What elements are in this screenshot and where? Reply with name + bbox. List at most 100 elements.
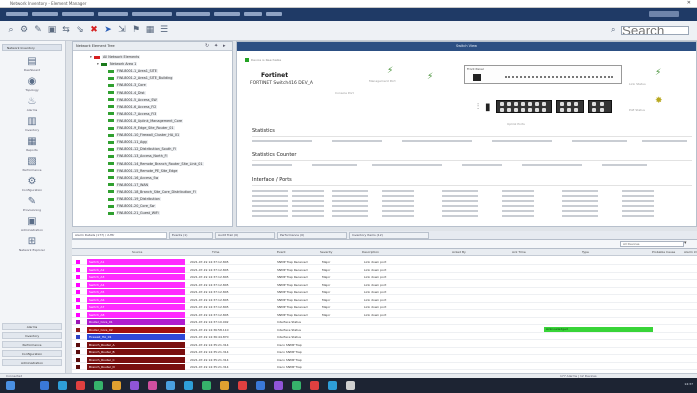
tree-node[interactable]: FWL8001-4_Dist	[104, 90, 233, 96]
table-row[interactable]: Switch_A3 2021-07-19 14:37:12.845 SNMP Tra…	[72, 274, 697, 280]
column-header[interactable]: Alarm Id	[684, 250, 697, 254]
taskbar-app-icon[interactable]	[346, 381, 355, 390]
column-header[interactable]: Type	[582, 250, 589, 254]
flag-icon[interactable]: ⚑	[131, 25, 141, 36]
nav-item-2[interactable]: ♨ Alarms	[2, 95, 62, 115]
column-header[interactable]: Severity	[320, 250, 332, 254]
nav-bottom-button-2[interactable]: Performance	[2, 341, 62, 348]
table-row[interactable]: Branch_Router_C 2021-07-19 14:35:21.314 Ci…	[72, 356, 697, 363]
column-header[interactable]: Event	[277, 250, 286, 254]
taskbar-app-icon[interactable]	[292, 381, 301, 390]
tree-node[interactable]: FWL8001-19_Distribution	[104, 196, 233, 202]
taskbar-app-icon[interactable]	[130, 381, 139, 390]
console-port[interactable]	[473, 74, 481, 81]
start-icon[interactable]	[6, 381, 15, 390]
menu-item-management[interactable]	[132, 12, 172, 16]
nav-item-5[interactable]: ▧ Performance	[2, 155, 62, 175]
delete-icon[interactable]: ✖	[89, 25, 99, 36]
column-header[interactable]: Ack Time	[512, 250, 526, 254]
taskbar-app-icon[interactable]	[238, 381, 247, 390]
device-filter[interactable]: All Devices	[620, 241, 684, 247]
chevron-down-icon[interactable]: ▾	[684, 240, 687, 246]
tree-node[interactable]: FWL8001-3_Core	[104, 82, 233, 88]
tree-node[interactable]: FWL8001-20_Core_Sw	[104, 203, 233, 209]
taskbar-app-icon[interactable]	[220, 381, 229, 390]
tree-node[interactable]: FWL8001-7_Access_Fl3	[104, 111, 233, 117]
tree-node[interactable]: FWL8001-13_Access_North_Fl	[104, 153, 233, 159]
tree-node[interactable]: FWL8001-16_Access_Sw	[104, 175, 233, 181]
menu-item-edit[interactable]	[32, 12, 58, 16]
column-header[interactable]: Time	[212, 250, 219, 254]
device-icon[interactable]: ▣	[47, 25, 57, 36]
nav-item-4[interactable]: ▦ Reports	[2, 135, 62, 155]
list-icon[interactable]: ☰	[159, 25, 169, 36]
tree-node[interactable]: ▾ Network Area 1	[97, 61, 233, 67]
tree-node[interactable]: FWL8001-6_Access_Fl2	[104, 104, 233, 110]
menu-item-reports[interactable]	[214, 12, 240, 16]
tree-node[interactable]: FWL8001-2_Area1_SITE_Building	[104, 75, 233, 81]
nav-item-9[interactable]: ⊞ Network Explorer	[2, 235, 62, 255]
switch-image[interactable]	[496, 97, 614, 117]
menu-item-network[interactable]	[98, 12, 128, 16]
nav-bottom-button-3[interactable]: Configuration	[2, 350, 62, 357]
menu-item-view[interactable]	[62, 12, 94, 16]
tab-4[interactable]: Inventory Items (12)	[349, 232, 429, 239]
table-row[interactable]: Switch_A7 2021-07-19 14:37:12.845 SNMP Tra…	[72, 304, 697, 310]
column-header[interactable]: Source	[132, 250, 142, 254]
tree-node[interactable]: FWL8001-12_Distribution_South_Fl	[104, 146, 233, 152]
front-panel[interactable]: Front Panel	[464, 65, 622, 84]
taskbar-app-icon[interactable]	[148, 381, 157, 390]
taskbar-app-icon[interactable]	[184, 381, 193, 390]
tools-icon[interactable]: ✎	[33, 25, 43, 36]
tree-node[interactable]: FWL8001-9_Edge_Site_Router_01	[104, 125, 233, 131]
tab-1[interactable]: Events (1)	[169, 232, 213, 239]
tree-node[interactable]: FWL8001-17_WAN	[104, 182, 233, 188]
nav-item-6[interactable]: ⚙ Configuration	[2, 175, 62, 195]
taskbar-app-icon[interactable]	[328, 381, 337, 390]
collapse-icon[interactable]: ▸	[223, 43, 226, 49]
tab-0[interactable]: Alarm Details (177) / 2-fltr	[72, 232, 167, 239]
taskbar-app-icon[interactable]	[274, 381, 283, 390]
search-icon[interactable]: ⌕	[6, 25, 16, 36]
tree-node[interactable]: FWL8001-5_Access_SW	[104, 97, 233, 103]
taskbar-app-icon[interactable]	[256, 381, 265, 390]
export-icon[interactable]: ⇲	[117, 25, 127, 36]
arrow-icon[interactable]: ➤	[103, 25, 113, 36]
table-row[interactable]: Switch_A5 2021-07-19 14:37:12.845 SNMP Tra…	[72, 289, 697, 295]
tree-node[interactable]: ▾ All Network Elements	[90, 54, 233, 60]
refresh-icon[interactable]: ↻	[205, 43, 209, 49]
tab-2[interactable]: Audit Trail (0)	[215, 232, 275, 239]
tree-node[interactable]: FWL8001-14_Remote_Branch_Router_Site_Lin…	[104, 161, 233, 167]
route-icon[interactable]: ⇘	[75, 25, 85, 36]
table-row[interactable]: Switch_A6 2021-07-19 14:37:12.845 SNMP Tra…	[72, 296, 697, 303]
nav-item-7[interactable]: ✎ Provisioning	[2, 195, 62, 215]
tab-3[interactable]: Performance (0)	[277, 232, 347, 239]
grid-icon[interactable]: ▦	[145, 25, 155, 36]
table-row[interactable]: Branch_Router_B 2021-07-19 14:35:21.314 Ci…	[72, 349, 697, 355]
tree-node[interactable]: FWL8001-10_Firewall_Cluster_HA_01	[104, 132, 233, 138]
menu-item-help[interactable]	[266, 12, 282, 16]
table-row[interactable]: Branch_Router_D 2021-07-19 14:35:21.314 Ci…	[72, 364, 697, 370]
menu-item-tools[interactable]	[176, 12, 210, 16]
tree-node[interactable]: FWL8001-15_Remote_PE_Site_Edge	[104, 168, 233, 174]
menu-item-file[interactable]	[6, 12, 28, 16]
taskbar-app-icon[interactable]	[310, 381, 319, 390]
taskbar-app-icon[interactable]	[166, 381, 175, 390]
table-row[interactable]: Switch_A2 2021-07-19 14:37:12.845 SNMP Tra…	[72, 266, 697, 273]
link-icon[interactable]: ⇆	[61, 25, 71, 36]
taskbar-app-icon[interactable]	[76, 381, 85, 390]
table-row[interactable]: Switch_A8 2021-07-19 14:37:12.845 SNMP Tra…	[72, 311, 697, 318]
settings-icon[interactable]: ⚙	[19, 25, 29, 36]
table-row[interactable]: Router_Core_02 2021-07-19 14:36:58.110 Int…	[72, 326, 697, 333]
tree-node[interactable]: FWL8001-18_Branch_Site_Core_Distribution…	[104, 189, 233, 195]
table-row[interactable]: Switch_A1 2021-07-19 14:37:12.845 SNMP Tra…	[72, 259, 697, 265]
nav-bottom-button-1[interactable]: Inventory	[2, 332, 62, 339]
tree-node[interactable]: FWL8001-1_Area1_SITE	[104, 68, 233, 74]
user-menu[interactable]	[649, 11, 679, 17]
nav-item-0[interactable]: ▤ Dashboard	[2, 55, 62, 75]
nav-item-1[interactable]: ◉ Topology	[2, 75, 62, 95]
table-row[interactable]: Router_Core_01 2021-07-19 14:37:10.002 Int…	[72, 319, 697, 325]
taskbar-app-icon[interactable]	[202, 381, 211, 390]
tree-node[interactable]: FWL8001-11_Agg	[104, 139, 233, 145]
tree-node[interactable]: FWL8001-8_Uplink_Management_Core	[104, 118, 233, 124]
